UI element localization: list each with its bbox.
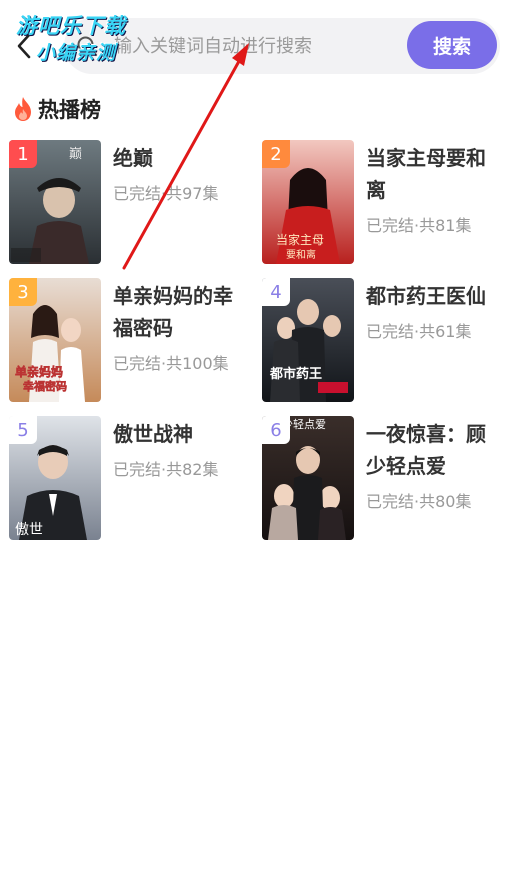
drama-title[interactable]: 都市药王医仙 <box>366 280 498 312</box>
drama-title[interactable]: 傲世战神 <box>113 418 245 450</box>
episode-info: 已完结·共61集 <box>366 322 472 341</box>
rank-badge: 1 <box>9 140 37 168</box>
search-button[interactable]: 搜索 <box>407 21 497 69</box>
drama-title[interactable]: 一夜惊喜：顾少轻点爱 <box>366 418 498 482</box>
rank-badge: 4 <box>262 278 290 306</box>
rank-badge: 2 <box>262 140 290 168</box>
watermark-line1: 游吧乐下载 <box>16 14 126 38</box>
poster-image[interactable]: 少轻点爱 6 <box>262 416 354 540</box>
drama-item[interactable]: 少轻点爱 6 一夜惊喜：顾少轻点爱 已完结·共80集 <box>262 416 502 542</box>
search-input[interactable] <box>114 32 384 60</box>
drama-title[interactable]: 当家主母要和离 <box>366 142 498 206</box>
svg-text:都市药王: 都市药王 <box>269 366 322 382</box>
watermark-logo: 游吧乐下载 小编亲测 <box>14 10 154 70</box>
drama-title[interactable]: 绝巅 <box>113 142 245 174</box>
hot-list-header: 热播榜 <box>12 94 101 124</box>
svg-text:傲世: 傲世 <box>15 522 43 538</box>
poster-image[interactable]: 当家主母 要和离 2 <box>262 140 354 264</box>
episode-info: 已完结·共80集 <box>366 492 472 511</box>
rank-badge: 5 <box>9 416 37 444</box>
drama-item[interactable]: 傲世 5 傲世战神 已完结·共82集 <box>9 416 249 542</box>
poster-image[interactable]: 巅 1 <box>9 140 101 264</box>
drama-title[interactable]: 单亲妈妈的幸福密码 <box>113 280 245 344</box>
svg-text:单亲妈妈: 单亲妈妈 <box>15 364 63 379</box>
svg-text:巅: 巅 <box>69 147 82 162</box>
episode-info: 已完结·共81集 <box>366 216 472 235</box>
poster-image[interactable]: 单亲妈妈 幸福密码 3 <box>9 278 101 402</box>
poster-image[interactable]: 傲世 5 <box>9 416 101 540</box>
drama-item[interactable]: 单亲妈妈 幸福密码 3 单亲妈妈的幸福密码 已完结·共100集 <box>9 278 249 404</box>
svg-text:幸福密码: 幸福密码 <box>23 379 67 393</box>
episode-info: 已完结·共100集 <box>113 354 229 373</box>
drama-item[interactable]: 巅 1 绝巅 已完结·共97集 <box>9 140 249 266</box>
rank-badge: 3 <box>9 278 37 306</box>
rank-badge: 6 <box>262 416 290 444</box>
episode-info: 已完结·共82集 <box>113 460 219 479</box>
poster-image[interactable]: 都市药王 4 <box>262 278 354 402</box>
episode-info: 已完结·共97集 <box>113 184 219 203</box>
drama-item[interactable]: 都市药王 4 都市药王医仙 已完结·共61集 <box>262 278 502 404</box>
fire-icon <box>15 97 31 121</box>
drama-item[interactable]: 当家主母 要和离 2 当家主母要和离 已完结·共81集 <box>262 140 502 266</box>
svg-text:要和离: 要和离 <box>286 248 316 261</box>
watermark-line2: 小编亲测 <box>36 42 117 64</box>
svg-text:当家主母: 当家主母 <box>276 232 324 247</box>
section-title: 热播榜 <box>38 98 101 122</box>
